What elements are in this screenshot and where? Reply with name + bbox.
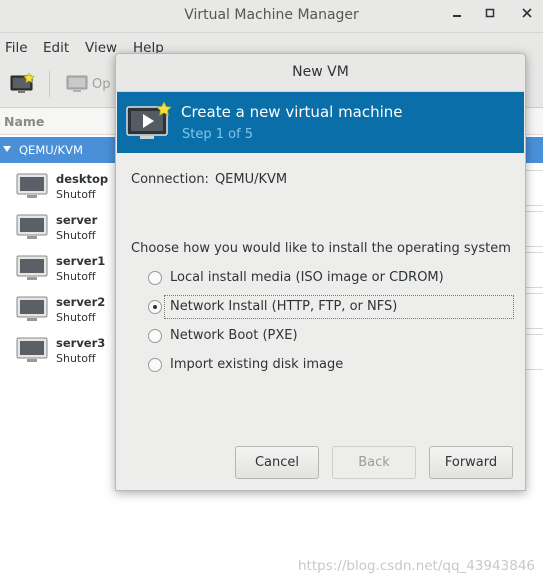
- toolbar-separator: [49, 71, 50, 97]
- option-label: Network Install (HTTP, FTP, or NFS): [170, 299, 398, 314]
- new-vm-icon: [10, 72, 35, 93]
- wizard-banner: Create a new virtual machine Step 1 of 5: [117, 92, 524, 153]
- option-local-install[interactable]: Local install media (ISO image or CDROM): [144, 267, 514, 291]
- option-label: Network Boot (PXE): [170, 328, 298, 343]
- vm-monitor-icon: [16, 214, 48, 239]
- back-button[interactable]: Back: [332, 446, 416, 479]
- watermark: https://blog.csdn.net/qq_43943846: [297, 558, 535, 574]
- open-button-label: Op: [92, 77, 111, 92]
- close-icon: [522, 8, 532, 18]
- radio-button[interactable]: [148, 271, 162, 285]
- connection-name: QEMU/KVM: [19, 143, 83, 157]
- vm-monitor-icon: [16, 296, 48, 321]
- title-bar: Virtual Machine Manager: [0, 0, 543, 33]
- menu-view[interactable]: View: [85, 40, 117, 56]
- option-label: Import existing disk image: [170, 357, 344, 372]
- connection-info: Connection: QEMU/KVM: [131, 172, 287, 187]
- minimize-button[interactable]: [448, 6, 466, 24]
- vm-state: Shutoff: [56, 352, 96, 365]
- open-button[interactable]: [66, 75, 88, 97]
- install-method-prompt: Choose how you would like to install the…: [131, 241, 511, 256]
- vm-monitor-icon: [16, 337, 48, 362]
- vm-monitor-icon: [16, 255, 48, 280]
- new-vm-banner-icon: [126, 101, 172, 139]
- vm-name: server: [56, 213, 98, 227]
- wizard-step: Step 1 of 5: [182, 127, 254, 142]
- vm-name: server3: [56, 336, 106, 350]
- option-network-install[interactable]: Network Install (HTTP, FTP, or NFS): [148, 295, 514, 319]
- name-column-label: Name: [4, 114, 45, 129]
- vm-name: server2: [56, 295, 106, 309]
- cancel-button[interactable]: Cancel: [235, 446, 319, 479]
- vm-monitor-icon: [16, 173, 48, 198]
- connection-value: QEMU/KVM: [214, 172, 288, 187]
- vm-state: Shutoff: [56, 188, 96, 201]
- vm-state: Shutoff: [56, 311, 96, 324]
- option-network-boot[interactable]: Network Boot (PXE): [144, 325, 514, 349]
- maximize-icon: [485, 8, 495, 18]
- new-vm-button[interactable]: [10, 72, 36, 99]
- radio-button-checked[interactable]: [148, 300, 162, 314]
- vm-state: Shutoff: [56, 229, 96, 242]
- new-vm-dialog: New VM Create a new virtual machine Step…: [115, 53, 526, 491]
- expander-triangle-icon[interactable]: [3, 146, 11, 152]
- dialog-title-bar: New VM: [116, 54, 525, 92]
- forward-button[interactable]: Forward: [429, 446, 513, 479]
- maximize-button[interactable]: [481, 6, 499, 24]
- vm-state: Shutoff: [56, 270, 96, 283]
- dialog-title: New VM: [292, 64, 349, 80]
- wizard-title: Create a new virtual machine: [181, 103, 403, 121]
- connection-label: Connection:: [131, 172, 209, 187]
- close-button[interactable]: [518, 6, 536, 24]
- radio-button[interactable]: [148, 329, 162, 343]
- vm-name: server1: [56, 254, 106, 268]
- monitor-icon: [66, 75, 88, 92]
- menu-edit[interactable]: Edit: [43, 40, 69, 56]
- option-import-disk[interactable]: Import existing disk image: [144, 354, 514, 378]
- radio-button[interactable]: [148, 358, 162, 372]
- menu-file[interactable]: File: [5, 40, 28, 56]
- vm-name: desktop: [56, 172, 109, 186]
- option-label: Local install media (ISO image or CDROM): [170, 270, 444, 285]
- minimize-icon: [453, 15, 461, 17]
